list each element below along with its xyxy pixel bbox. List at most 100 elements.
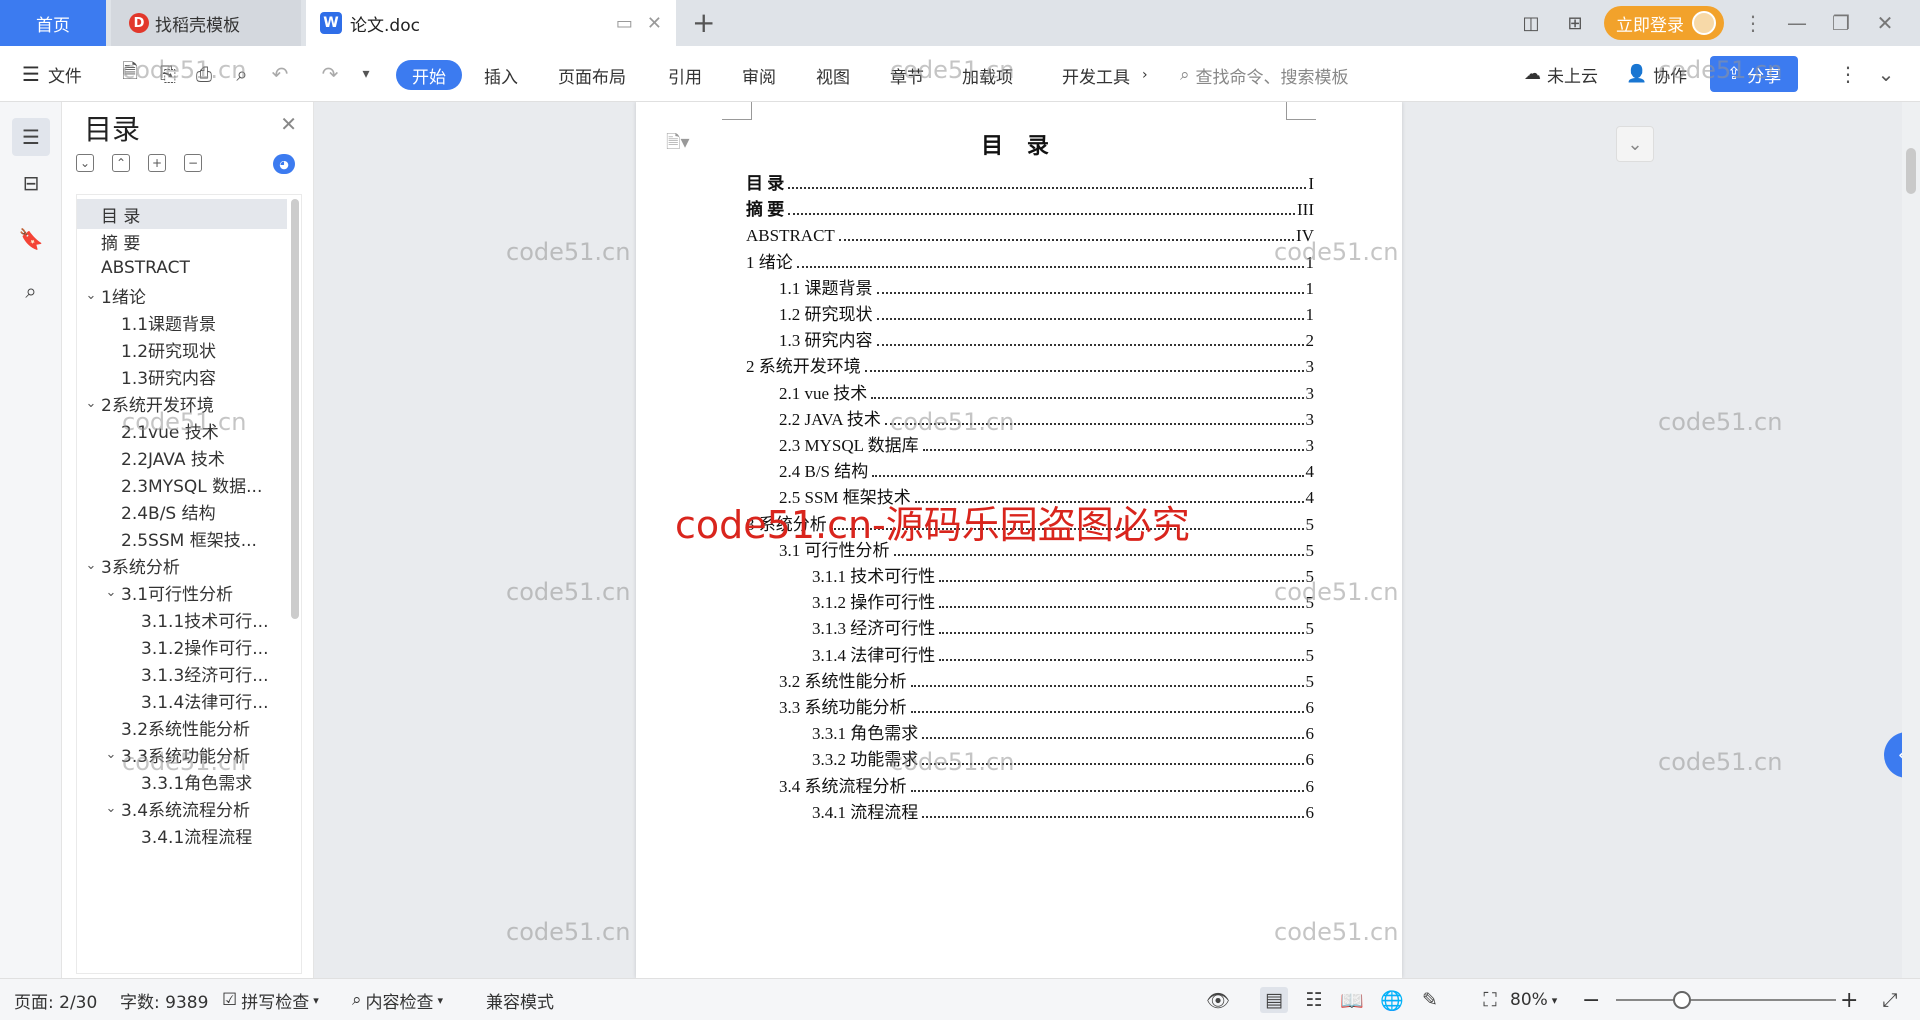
- minimize-icon[interactable]: —: [1782, 11, 1812, 35]
- toc-item[interactable]: 3.4.1流程流程: [77, 820, 287, 850]
- find-icon[interactable]: ⌕: [12, 272, 50, 310]
- tab-home[interactable]: 首页: [0, 0, 106, 46]
- toc-entry[interactable]: 3.3.2 功能需求 6: [812, 744, 1314, 770]
- content-check-button[interactable]: ⌕ 内容检查 ▾: [352, 979, 443, 1020]
- print-preview-icon[interactable]: ⌕: [228, 60, 256, 88]
- toc-entry[interactable]: 3.1 可行性分析 5: [779, 535, 1314, 561]
- zoom-slider[interactable]: [1616, 991, 1836, 1009]
- save-icon[interactable]: 🗎: [116, 59, 144, 88]
- customize-chevron-icon[interactable]: ▾: [352, 60, 380, 88]
- toc-item[interactable]: 2.4B/S 结构: [77, 496, 287, 526]
- ribbon-tab-references[interactable]: 引用: [668, 60, 702, 90]
- zoom-level[interactable]: 80% ▾: [1510, 979, 1557, 1020]
- ribbon-tab-view[interactable]: 视图: [816, 60, 850, 90]
- toc-entry[interactable]: 1.1 课题背景 1: [779, 273, 1314, 299]
- toc-item[interactable]: 3.2系统性能分析: [77, 712, 287, 742]
- ribbon-more-icon[interactable]: ›: [1142, 60, 1148, 90]
- page-view-icon[interactable]: ▤: [1260, 987, 1288, 1013]
- remove-heading-icon[interactable]: −: [184, 154, 202, 172]
- toc-item[interactable]: 2.1vue 技术: [77, 415, 287, 445]
- restore-icon[interactable]: ❐: [1826, 11, 1856, 35]
- chevron-down-icon[interactable]: ⌄: [101, 801, 121, 816]
- toc-entry[interactable]: ABSTRACT IV: [746, 220, 1314, 246]
- toc-item[interactable]: ⌄ 2系统开发环境: [77, 388, 287, 418]
- toc-entry[interactable]: 2.1 vue 技术 3: [779, 378, 1314, 404]
- ai-assistant-icon[interactable]: ◕: [273, 154, 295, 174]
- close-icon[interactable]: ✕: [280, 112, 297, 136]
- toc-item[interactable]: 1.2研究现状: [77, 334, 287, 364]
- toc-item[interactable]: 3.1.3经济可行...: [77, 658, 287, 688]
- word-count[interactable]: 字数: 9389: [120, 979, 208, 1020]
- ribbon-tab-review[interactable]: 审阅: [742, 60, 776, 90]
- chevron-down-icon[interactable]: ⌄: [101, 747, 121, 762]
- chevron-down-icon[interactable]: ⌄: [81, 396, 101, 411]
- close-tab-icon[interactable]: ✕: [647, 13, 662, 34]
- toc-item[interactable]: 1.3研究内容: [77, 361, 287, 391]
- toc-item[interactable]: 2.2JAVA 技术: [77, 442, 287, 472]
- close-window-icon[interactable]: ✕: [1870, 11, 1900, 35]
- tab-document[interactable]: W 论文.doc ▭ ✕: [306, 0, 676, 46]
- toc-scrollbar[interactable]: [291, 199, 299, 619]
- toc-entry[interactable]: 1.3 研究内容 2: [779, 325, 1314, 351]
- more-icon[interactable]: ⋮: [1738, 11, 1768, 35]
- login-button[interactable]: 立即登录: [1604, 6, 1724, 40]
- page-nav-icon[interactable]: ⌄: [1616, 126, 1654, 162]
- apps-grid-icon[interactable]: ⊞: [1560, 10, 1590, 36]
- vertical-scrollbar[interactable]: [1902, 102, 1920, 978]
- pen-icon[interactable]: ✎: [1416, 987, 1444, 1013]
- fit-page-icon[interactable]: ⛶: [1476, 987, 1504, 1013]
- toc-item[interactable]: ⌄ 3系统分析: [77, 550, 287, 580]
- toc-entry[interactable]: 1.2 研究现状 1: [779, 299, 1314, 325]
- reading-view-icon[interactable]: 📖: [1338, 987, 1366, 1013]
- file-menu[interactable]: ☰ 文件: [22, 46, 82, 102]
- collab-button[interactable]: 👤 协作: [1626, 46, 1687, 102]
- toc-entry[interactable]: 2.4 B/S 结构 4: [779, 456, 1314, 482]
- add-heading-icon[interactable]: +: [148, 154, 166, 172]
- ribbon-tab-insert[interactable]: 插入: [484, 60, 518, 90]
- toc-item[interactable]: 目 录: [77, 199, 287, 229]
- toc-entry[interactable]: 3.1.3 经济可行性 5: [812, 613, 1314, 639]
- redo-icon[interactable]: ↷: [316, 60, 344, 88]
- collapse-ribbon-icon[interactable]: ⌄: [1872, 60, 1900, 88]
- toc-item[interactable]: ⌄ 3.3系统功能分析: [77, 739, 287, 769]
- toc-entry[interactable]: 3.4 系统流程分析 6: [779, 771, 1314, 797]
- outline-view-icon[interactable]: ☷: [1300, 987, 1328, 1013]
- chevron-down-icon[interactable]: ⌄: [81, 558, 101, 573]
- reading-mode-icon[interactable]: ◫: [1516, 10, 1546, 36]
- ribbon-tab-developer[interactable]: 开发工具: [1062, 60, 1130, 90]
- zoom-slider-knob[interactable]: [1673, 991, 1691, 1009]
- toc-item[interactable]: 3.1.1技术可行...: [77, 604, 287, 634]
- new-tab-button[interactable]: +: [692, 6, 715, 39]
- ribbon-tab-addins[interactable]: 加载项: [962, 60, 1013, 90]
- command-search[interactable]: ⌕ 查找命令、搜索模板: [1180, 60, 1349, 90]
- spell-check-button[interactable]: ☑ 拼写检查 ▾: [222, 979, 319, 1020]
- ribbon-tab-home[interactable]: 开始: [396, 60, 462, 90]
- chevron-down-icon[interactable]: ⌄: [81, 288, 101, 303]
- fullscreen-icon[interactable]: ⤢: [1876, 987, 1904, 1013]
- cloud-status[interactable]: ☁ 未上云: [1524, 46, 1598, 102]
- zoom-in-button[interactable]: +: [1840, 979, 1858, 1020]
- toc-entry[interactable]: 3.1.1 技术可行性 5: [812, 561, 1314, 587]
- toc-entry[interactable]: 摘 要 III: [746, 194, 1314, 220]
- toc-entry[interactable]: 3.2 系统性能分析 5: [779, 666, 1314, 692]
- toolbar-more-icon[interactable]: ⋮: [1834, 60, 1862, 88]
- toc-entry[interactable]: 2.5 SSM 框架技术 4: [779, 482, 1314, 508]
- toc-entry[interactable]: 3.1.4 法律可行性 5: [812, 640, 1314, 666]
- outline-icon[interactable]: ☰: [12, 118, 50, 156]
- chevron-down-icon[interactable]: ⌄: [101, 585, 121, 600]
- ribbon-tab-layout[interactable]: 页面布局: [558, 60, 626, 90]
- eye-protection-icon[interactable]: 👁: [1204, 987, 1232, 1013]
- toc-entry[interactable]: 2.3 MYSQL 数据库 3: [779, 430, 1314, 456]
- toc-entry[interactable]: 3.3 系统功能分析 6: [779, 692, 1314, 718]
- bookmark-icon[interactable]: 🔖: [12, 220, 50, 258]
- toc-item[interactable]: ⌄ 3.1可行性分析: [77, 577, 287, 607]
- print-icon[interactable]: ⎙: [190, 60, 218, 88]
- toc-item[interactable]: ABSTRACT: [77, 253, 287, 283]
- toc-entry[interactable]: 1 绪论 1: [746, 247, 1314, 273]
- toc-item[interactable]: 摘 要: [77, 226, 287, 256]
- toc-entry[interactable]: 3 系统分析 5: [746, 509, 1314, 535]
- scroll-thumb[interactable]: [1906, 148, 1916, 194]
- zoom-out-button[interactable]: −: [1582, 979, 1600, 1020]
- collapse-icon[interactable]: ⌃: [112, 154, 130, 172]
- toc-entry[interactable]: 3.4.1 流程流程 6: [812, 797, 1314, 823]
